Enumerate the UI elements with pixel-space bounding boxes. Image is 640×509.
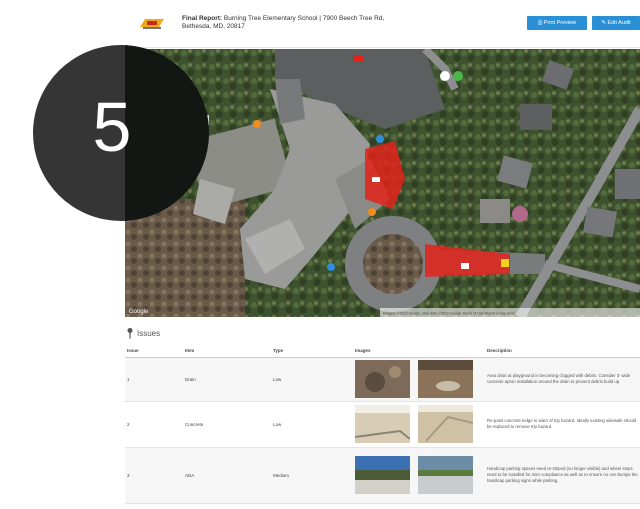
issue-item: ADA (183, 447, 271, 504)
map-marker-white (440, 71, 450, 81)
map-pin-icon (127, 328, 133, 339)
column-header-type: Type (271, 345, 353, 358)
column-header-issue: Issue (125, 345, 183, 358)
report-title-label: Final Report: (182, 15, 223, 22)
issue-type: Low (271, 401, 353, 448)
issue-number: 3 (125, 447, 183, 504)
issue-item: Drain (183, 357, 271, 402)
issue-photo[interactable] (418, 360, 473, 398)
print-preview-button[interactable]: ⎙ Print Preview (527, 16, 587, 30)
map-marker-orange (253, 120, 261, 128)
map-marker-orange-2 (368, 208, 376, 216)
report-title-city: Bethesda, MD, 20817 (182, 23, 245, 30)
map-marker-blue-2 (327, 263, 335, 271)
issue-photo[interactable] (418, 405, 473, 443)
issue-item: Concrete (183, 401, 271, 448)
step-number: 5 (92, 88, 132, 166)
table-row: 3 ADA Medium Handicap parking spaces nee… (125, 447, 640, 504)
issues-table: Issue Item Type Images Description 1 Dra… (125, 345, 640, 504)
issues-heading-label: Issues (137, 328, 161, 338)
map-marker-red (353, 55, 363, 61)
edit-audit-button[interactable]: ✎ Edit Audit (592, 16, 640, 30)
report-title: Final Report: Burning Tree Elementary Sc… (182, 15, 472, 31)
report-title-address: Burning Tree Elementary School | 7900 Be… (223, 15, 385, 22)
issue-description: Handicap parking spaces need re-striped … (485, 447, 640, 504)
issue-images (353, 447, 485, 504)
issue-type: Low (271, 357, 353, 402)
company-logo (137, 13, 167, 33)
issue-images (353, 401, 485, 448)
map-marker-blue (376, 135, 384, 143)
step-indicator: 5 (33, 45, 209, 221)
issue-photo[interactable] (355, 405, 410, 443)
map-google-attribution: Google (129, 309, 149, 315)
table-row: 1 Drain Low Area drain at playground is … (125, 357, 640, 402)
column-header-item: Item (183, 345, 271, 358)
column-header-images: Images (353, 345, 485, 358)
report-header: Final Report: Burning Tree Elementary Sc… (125, 0, 640, 48)
page: Final Report: Burning Tree Elementary Sc… (0, 0, 640, 509)
map-marker-green (453, 71, 463, 81)
column-header-description: Description (485, 345, 640, 358)
issue-description: Re-paint concrete ledge to warn of trip … (485, 401, 640, 448)
issues-heading: Issues (126, 327, 160, 339)
issue-photo[interactable] (355, 456, 410, 494)
issue-number: 2 (125, 401, 183, 448)
map-copyright: Imagery ©2018 Google, Map data ©2018 Goo… (383, 312, 516, 316)
issue-type: Medium (271, 447, 353, 504)
table-row: 2 Concrete Low Re-paint concrete ledge t… (125, 401, 640, 448)
issues-table-header: Issue Item Type Images Description (125, 345, 640, 358)
issue-photo[interactable] (355, 360, 410, 398)
issue-description: Area drain at playground is becoming clo… (485, 357, 640, 402)
issue-images (353, 357, 485, 402)
issue-number: 1 (125, 357, 183, 402)
map-marker-yellow (501, 259, 509, 267)
issue-photo[interactable] (418, 456, 473, 494)
